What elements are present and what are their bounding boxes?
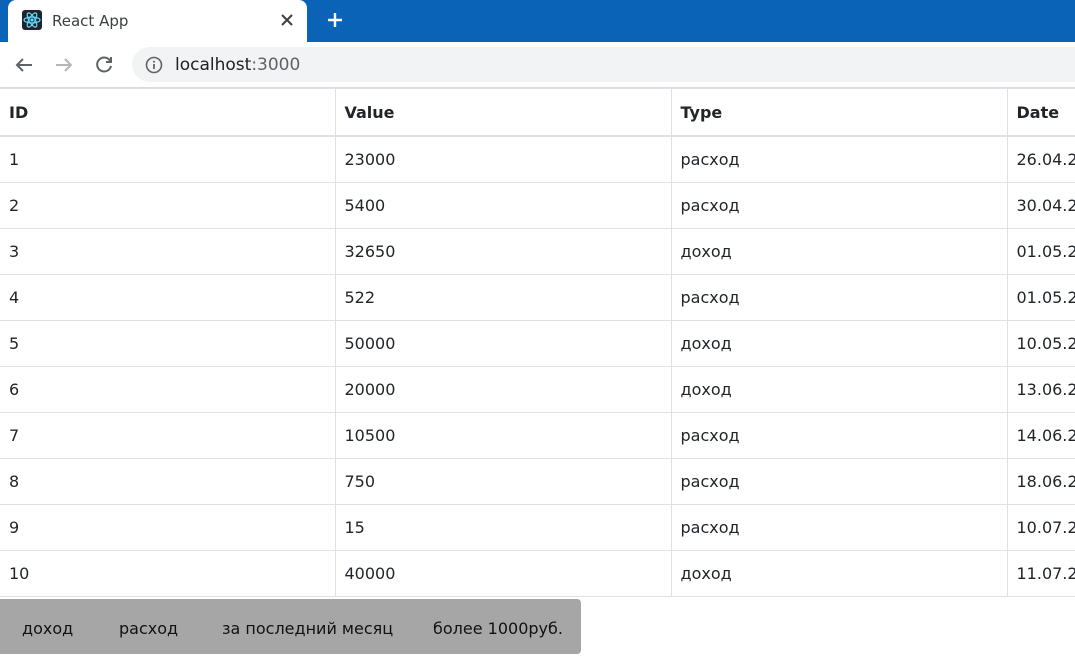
column-header-type: Type — [670, 88, 1007, 137]
table-row: 710500расход14.06.20 — [0, 412, 1075, 459]
cell-id: 5 — [0, 320, 335, 367]
cell-date: 01.05.20 — [1006, 274, 1075, 321]
table-row: 25400расход30.04.20 — [0, 182, 1075, 229]
cell-value: 40000 — [334, 550, 671, 597]
info-icon[interactable] — [145, 56, 163, 74]
cell-id: 6 — [0, 366, 335, 413]
cell-id: 10 — [0, 550, 335, 597]
transactions-table: ID Value Type Date 123000расход26.04.20 … — [0, 88, 1075, 597]
cell-type: расход — [670, 136, 1007, 183]
back-arrow-icon[interactable] — [12, 53, 36, 77]
cell-id: 9 — [0, 504, 335, 551]
cell-value: 32650 — [334, 228, 671, 275]
cell-value: 50000 — [334, 320, 671, 367]
cell-type: доход — [670, 550, 1007, 597]
tab-title: React App — [52, 12, 129, 30]
column-header-value: Value — [334, 88, 671, 137]
cell-type: доход — [670, 228, 1007, 275]
cell-date: 18.06.20 — [1006, 458, 1075, 505]
cell-id: 3 — [0, 228, 335, 275]
cell-id: 2 — [0, 182, 335, 229]
table-row: 1040000доход11.07.20 — [0, 550, 1075, 597]
table-row: 550000доход10.05.20 — [0, 320, 1075, 367]
cell-id: 1 — [0, 136, 335, 183]
address-bar[interactable]: localhost:3000 — [132, 47, 1075, 82]
browser-tab[interactable]: React App — [8, 0, 307, 42]
column-header-date: Date — [1006, 88, 1075, 137]
table-row: 8750расход18.06.20 — [0, 458, 1075, 505]
cell-date: 30.04.20 — [1006, 182, 1075, 229]
cell-value: 750 — [334, 458, 671, 505]
cell-type: расход — [670, 412, 1007, 459]
cell-id: 4 — [0, 274, 335, 321]
cell-type: расход — [670, 504, 1007, 551]
forward-arrow-icon[interactable] — [52, 53, 76, 77]
url-port: :3000 — [251, 55, 301, 75]
browser-toolbar: localhost:3000 — [0, 42, 1075, 88]
filter-income-button[interactable]: доход — [22, 619, 73, 638]
filter-over-1000-button[interactable]: более 1000руб. — [433, 619, 563, 638]
table-row: 123000расход26.04.20 — [0, 136, 1075, 183]
table-row: 332650доход01.05.20 — [0, 228, 1075, 275]
cell-value: 20000 — [334, 366, 671, 413]
table-row: 915расход10.07.20 — [0, 504, 1075, 551]
table-row: 4522расход01.05.20 — [0, 274, 1075, 321]
browser-tab-bar: React App — [0, 0, 1075, 42]
url-text: localhost:3000 — [175, 55, 300, 75]
table-row: 620000доход13.06.20 — [0, 366, 1075, 413]
cell-date: 10.05.20 — [1006, 320, 1075, 367]
cell-date: 01.05.20 — [1006, 228, 1075, 275]
column-header-id: ID — [0, 88, 335, 137]
filter-bar: доход расход за последний месяц более 10… — [0, 599, 581, 654]
cell-value: 10500 — [334, 412, 671, 459]
cell-type: расход — [670, 182, 1007, 229]
table-header-row: ID Value Type Date — [0, 88, 1075, 137]
url-host: localhost — [175, 55, 252, 75]
filter-expense-button[interactable]: расход — [119, 619, 178, 638]
cell-date: 26.04.20 — [1006, 136, 1075, 183]
transactions-table-container: ID Value Type Date 123000расход26.04.20 … — [0, 88, 1075, 598]
cell-id: 7 — [0, 412, 335, 459]
cell-value: 23000 — [334, 136, 671, 183]
close-icon[interactable] — [278, 11, 296, 29]
reload-icon[interactable] — [92, 53, 116, 77]
cell-date: 13.06.20 — [1006, 366, 1075, 413]
filter-last-month-button[interactable]: за последний месяц — [222, 619, 393, 638]
cell-type: расход — [670, 458, 1007, 505]
cell-date: 14.06.20 — [1006, 412, 1075, 459]
cell-id: 8 — [0, 458, 335, 505]
cell-date: 10.07.20 — [1006, 504, 1075, 551]
cell-type: доход — [670, 320, 1007, 367]
cell-value: 5400 — [334, 182, 671, 229]
cell-date: 11.07.20 — [1006, 550, 1075, 597]
react-logo-icon — [22, 10, 42, 30]
cell-type: расход — [670, 274, 1007, 321]
cell-value: 522 — [334, 274, 671, 321]
cell-type: доход — [670, 366, 1007, 413]
cell-value: 15 — [334, 504, 671, 551]
plus-icon[interactable] — [323, 8, 347, 32]
